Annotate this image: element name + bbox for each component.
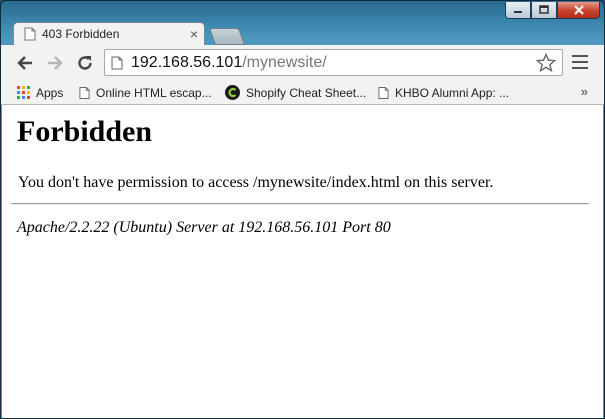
- tab-close-icon[interactable]: ×: [184, 26, 204, 42]
- bookmark-label: Shopify Cheat Sheet...: [246, 85, 367, 100]
- minimize-icon: [514, 11, 522, 13]
- maximize-icon: [539, 5, 549, 14]
- bookmark-label: Apps: [36, 85, 64, 100]
- url-text: 192.168.56.101/mynewsite/: [131, 54, 327, 72]
- chrome-menu-button[interactable]: [572, 55, 588, 69]
- back-arrow-icon: [17, 56, 32, 70]
- forward-button[interactable]: [45, 53, 65, 73]
- bookmark-shopify-cheat-sheet[interactable]: Shopify Cheat Sheet...: [225, 83, 366, 102]
- tab-title: 403 Forbidden: [42, 27, 120, 41]
- bookmark-star-icon[interactable]: [536, 53, 556, 73]
- back-button[interactable]: [15, 53, 35, 73]
- maximize-button[interactable]: [531, 2, 557, 19]
- url-host: 192.168.56.101: [131, 53, 243, 71]
- error-message: You don't have permission to access /myn…: [18, 174, 494, 191]
- close-icon: [573, 5, 584, 15]
- bookmarks-overflow-button[interactable]: »: [581, 84, 588, 99]
- page-icon: [378, 86, 389, 100]
- forward-arrow-icon: [48, 56, 63, 70]
- bookmark-khbo-alumni-app[interactable]: KHBO Alumni App: ...: [378, 83, 509, 102]
- server-signature: Apache/2.2.22 (Ubuntu) Server at 192.168…: [17, 219, 391, 236]
- bookmarks-bar: Apps Online HTML escap... Shopify Cheat …: [1, 80, 604, 105]
- reload-button[interactable]: [75, 53, 95, 73]
- page-info-icon[interactable]: [111, 56, 123, 70]
- page-icon: [79, 86, 90, 100]
- apps-grid-icon: [17, 86, 30, 99]
- shopify-icon: [225, 85, 240, 100]
- browser-window: 403 Forbidden × 192.168.56.101/mynewsite…: [0, 0, 605, 419]
- bookmark-label: KHBO Alumni App: ...: [395, 85, 510, 100]
- bookmark-label: Online HTML escap...: [96, 85, 212, 100]
- page-favicon-icon: [24, 27, 36, 41]
- tab-strip: 403 Forbidden ×: [1, 21, 605, 45]
- reload-icon: [78, 56, 92, 70]
- window-close-button[interactable]: [557, 2, 600, 19]
- bookmark-apps[interactable]: Apps: [17, 83, 63, 102]
- new-tab-button[interactable]: [208, 28, 246, 45]
- url-path: /mynewsite/: [242, 53, 327, 71]
- hamburger-icon-bar: [572, 67, 588, 69]
- address-bar[interactable]: 192.168.56.101/mynewsite/: [104, 49, 563, 76]
- browser-toolbar: 192.168.56.101/mynewsite/: [1, 45, 604, 80]
- hamburger-icon: [572, 55, 588, 57]
- bookmark-online-html-escape[interactable]: Online HTML escap...: [79, 83, 212, 102]
- page-heading: Forbidden: [17, 115, 153, 148]
- window-controls: [505, 2, 600, 19]
- page-content: Forbidden You don't have permission to a…: [2, 105, 603, 418]
- minimize-button[interactable]: [505, 2, 531, 19]
- divider: [11, 203, 589, 205]
- tab-403-forbidden[interactable]: 403 Forbidden ×: [13, 22, 205, 45]
- hamburger-icon-bar: [572, 61, 588, 63]
